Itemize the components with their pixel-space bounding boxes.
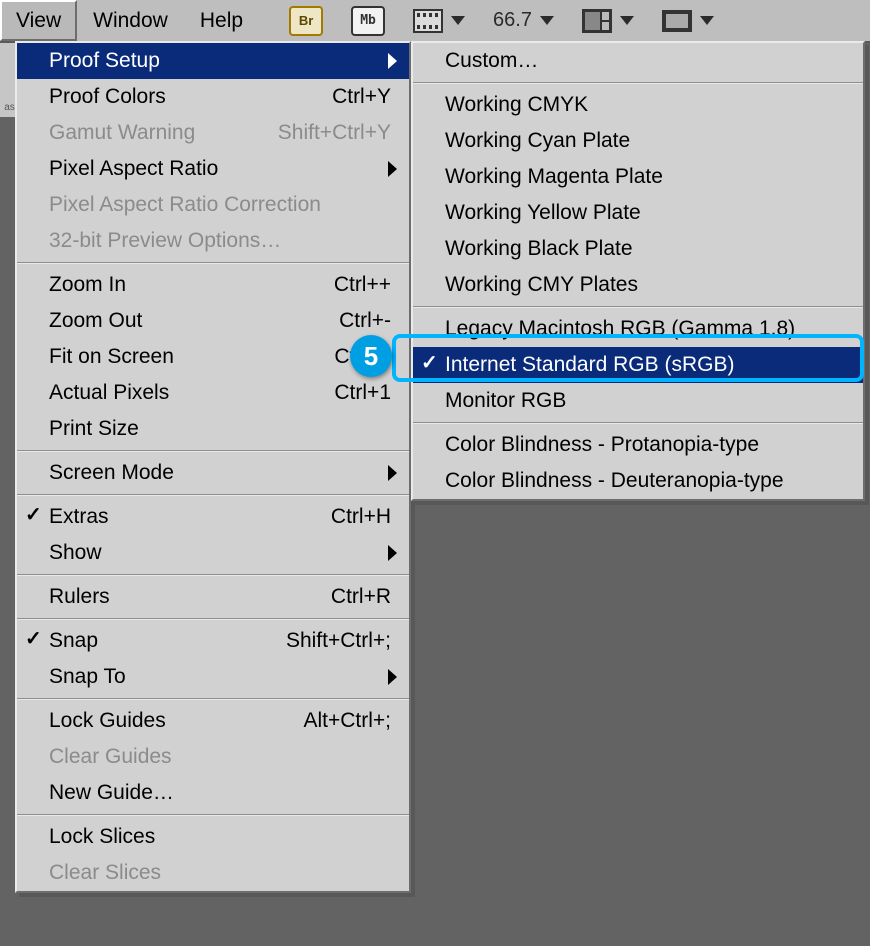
submenu-protanopia[interactable]: Color Blindness - Protanopia-type	[413, 427, 863, 463]
chevron-down-icon	[540, 16, 554, 25]
filmstrip-icon	[413, 9, 443, 33]
submenu-arrow-icon	[388, 161, 397, 177]
screenmode-dropdown[interactable]	[662, 10, 714, 32]
submenu-arrow-icon	[388, 53, 397, 69]
menu-show[interactable]: Show	[17, 535, 409, 571]
menu-separator	[413, 82, 863, 84]
menu-extras[interactable]: ✓ Extras Ctrl+H	[17, 499, 409, 535]
submenu-arrow-icon	[388, 465, 397, 481]
menu-proof-setup[interactable]: Proof Setup	[17, 43, 409, 79]
menu-view-label: View	[16, 9, 61, 33]
zoom-dropdown[interactable]: 66.7	[493, 9, 554, 32]
menu-new-guide[interactable]: New Guide…	[17, 775, 409, 811]
menu-rulers[interactable]: Rulers Ctrl+R	[17, 579, 409, 615]
menu-separator	[17, 450, 409, 452]
menu-clear-guides: Clear Guides	[17, 739, 409, 775]
submenu-cmy-plates[interactable]: Working CMY Plates	[413, 267, 863, 303]
menu-screen-mode[interactable]: Screen Mode	[17, 455, 409, 491]
check-icon: ✓	[25, 502, 42, 527]
submenu-monitor-rgb[interactable]: Monitor RGB	[413, 383, 863, 419]
chevron-down-icon	[620, 16, 634, 25]
chevron-down-icon	[700, 16, 714, 25]
menu-zoom-in[interactable]: Zoom In Ctrl++	[17, 267, 409, 303]
menu-separator	[17, 814, 409, 816]
toolbar: Br Mb 66.7	[289, 0, 714, 41]
check-icon: ✓	[25, 626, 42, 651]
screen-icon	[662, 10, 692, 32]
menu-separator	[17, 494, 409, 496]
menubar: View Window Help Br Mb 66.7	[0, 0, 870, 43]
check-icon: ✓	[421, 350, 438, 375]
menu-lock-slices[interactable]: Lock Slices	[17, 819, 409, 855]
menu-lock-guides[interactable]: Lock Guides Alt+Ctrl+;	[17, 703, 409, 739]
menu-actual-pixels[interactable]: Actual Pixels Ctrl+1	[17, 375, 409, 411]
mini-bridge-icon[interactable]: Mb	[351, 6, 385, 36]
layout-docs-dropdown[interactable]	[413, 9, 465, 33]
submenu-magenta-plate[interactable]: Working Magenta Plate	[413, 159, 863, 195]
menu-separator	[413, 306, 863, 308]
menu-separator	[17, 262, 409, 264]
submenu-working-cmyk[interactable]: Working CMYK	[413, 87, 863, 123]
zoom-level: 66.7	[493, 9, 532, 32]
submenu-arrow-icon	[388, 669, 397, 685]
menu-window[interactable]: Window	[77, 0, 184, 41]
submenu-legacy-mac[interactable]: Legacy Macintosh RGB (Gamma 1.8)	[413, 311, 863, 347]
menu-snap-to[interactable]: Snap To	[17, 659, 409, 695]
submenu-yellow-plate[interactable]: Working Yellow Plate	[413, 195, 863, 231]
menu-pixel-aspect-ratio[interactable]: Pixel Aspect Ratio	[17, 151, 409, 187]
submenu-deuteranopia[interactable]: Color Blindness - Deuteranopia-type	[413, 463, 863, 499]
menu-gamut-warning: Gamut Warning Shift+Ctrl+Y	[17, 115, 409, 151]
proof-setup-submenu: Custom… Working CMYK Working Cyan Plate …	[411, 41, 865, 501]
menu-snap[interactable]: ✓ Snap Shift+Ctrl+;	[17, 623, 409, 659]
menu-print-size[interactable]: Print Size	[17, 411, 409, 447]
menu-32bit-preview: 32-bit Preview Options…	[17, 223, 409, 259]
submenu-arrow-icon	[388, 545, 397, 561]
panels-icon	[582, 9, 612, 33]
menu-clear-slices: Clear Slices	[17, 855, 409, 891]
chevron-down-icon	[451, 16, 465, 25]
bridge-icon[interactable]: Br	[289, 6, 323, 36]
menu-help-label: Help	[200, 9, 243, 33]
menu-separator	[17, 618, 409, 620]
workspace-dropdown[interactable]	[582, 9, 634, 33]
submenu-srgb[interactable]: ✓ Internet Standard RGB (sRGB)	[413, 347, 863, 383]
submenu-custom[interactable]: Custom…	[413, 43, 863, 79]
menu-window-label: Window	[93, 9, 168, 33]
annotation-number: 5	[364, 341, 378, 372]
annotation-callout: 5	[350, 335, 392, 377]
view-dropdown: Proof Setup Proof Colors Ctrl+Y Gamut Wa…	[15, 41, 411, 893]
menu-zoom-out[interactable]: Zoom Out Ctrl+-	[17, 303, 409, 339]
menu-separator	[17, 574, 409, 576]
menu-separator	[413, 422, 863, 424]
menu-help[interactable]: Help	[184, 0, 259, 41]
submenu-black-plate[interactable]: Working Black Plate	[413, 231, 863, 267]
menu-separator	[17, 698, 409, 700]
menu-par-correction: Pixel Aspect Ratio Correction	[17, 187, 409, 223]
menu-proof-colors[interactable]: Proof Colors Ctrl+Y	[17, 79, 409, 115]
submenu-cyan-plate[interactable]: Working Cyan Plate	[413, 123, 863, 159]
menu-view[interactable]: View	[0, 0, 77, 41]
